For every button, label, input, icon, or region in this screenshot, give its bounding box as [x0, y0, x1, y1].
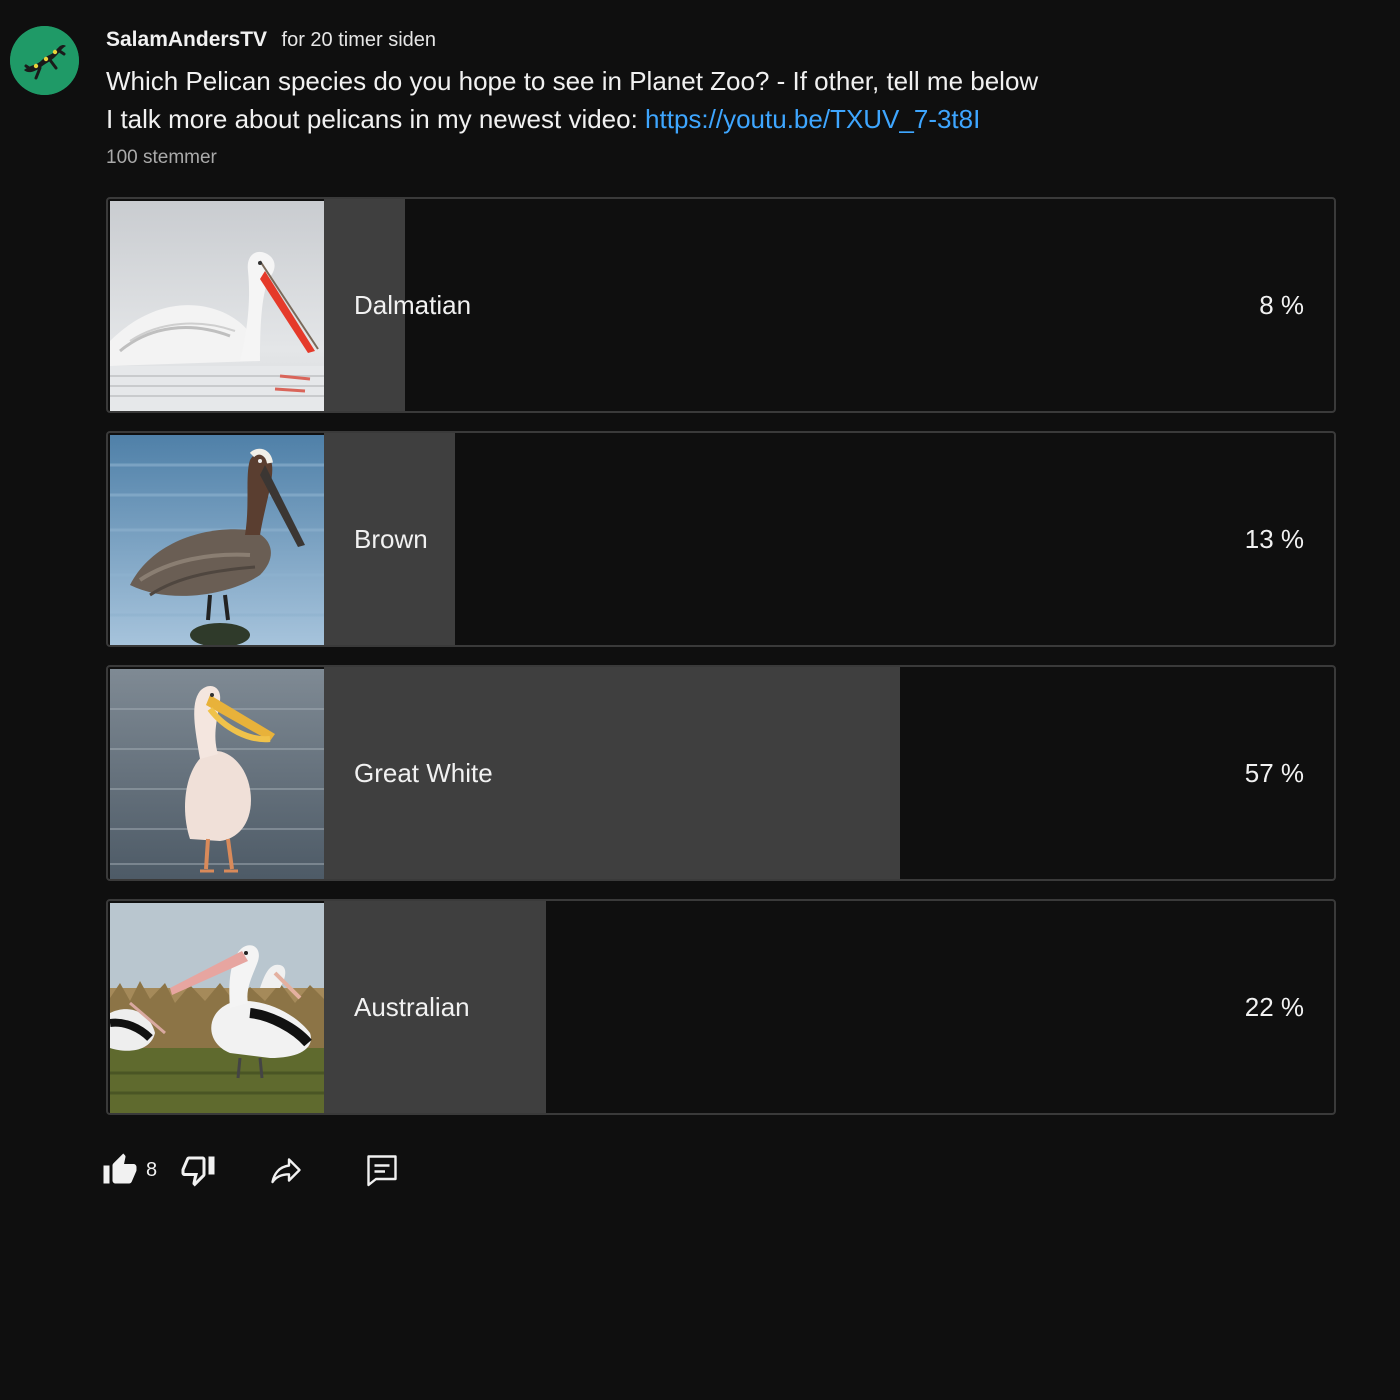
vote-count: 100 stemmer	[106, 147, 217, 168]
channel-name[interactable]: SalamAndersTV	[106, 28, 267, 51]
poll-option-australian[interactable]: Australian 22 %	[106, 899, 1336, 1115]
option-percent: 57 %	[1244, 757, 1304, 788]
channel-avatar[interactable]	[10, 26, 79, 95]
option-label: Dalmatian	[354, 289, 472, 320]
option-label: Great White	[354, 757, 493, 788]
australian-pelican-image	[110, 903, 324, 1113]
option-percent: 8 %	[1259, 289, 1304, 320]
share-icon	[271, 1158, 301, 1184]
option-label: Brown	[354, 523, 428, 554]
video-link[interactable]: https://youtu.be/TXUV_7-3t8I	[645, 104, 980, 134]
thumb-up-icon	[103, 1153, 137, 1184]
post-time[interactable]: for 20 timer siden	[282, 29, 437, 51]
brown-pelican-image	[110, 435, 324, 645]
post-text-prefix: I talk more about pelicans in my newest …	[106, 104, 646, 134]
poll-option-great-white[interactable]: Great White 57 %	[106, 665, 1336, 881]
post-header: SalamAndersTV for 20 timer siden	[106, 28, 436, 52]
dislike-button[interactable]	[180, 1152, 216, 1188]
like-button[interactable]: 8	[102, 1152, 157, 1188]
post-text: Which Pelican species do you hope to see…	[106, 62, 1038, 138]
comment-icon	[367, 1155, 397, 1187]
thumb-down-icon	[181, 1156, 215, 1187]
poll-option-brown[interactable]: Brown 13 %	[106, 431, 1336, 647]
great-white-pelican-image	[110, 669, 324, 879]
dalmatian-pelican-image	[110, 201, 324, 411]
option-label: Australian	[354, 991, 470, 1022]
option-percent: 13 %	[1244, 523, 1304, 554]
option-percent: 22 %	[1244, 991, 1304, 1022]
comment-button[interactable]	[364, 1152, 400, 1188]
post-text-line2: I talk more about pelicans in my newest …	[106, 100, 1038, 138]
poll-option-dalmatian[interactable]: Dalmatian 8 %	[106, 197, 1336, 413]
post-text-line1: Which Pelican species do you hope to see…	[106, 66, 1039, 96]
like-count: 8	[146, 1158, 158, 1181]
share-button[interactable]	[268, 1152, 304, 1188]
